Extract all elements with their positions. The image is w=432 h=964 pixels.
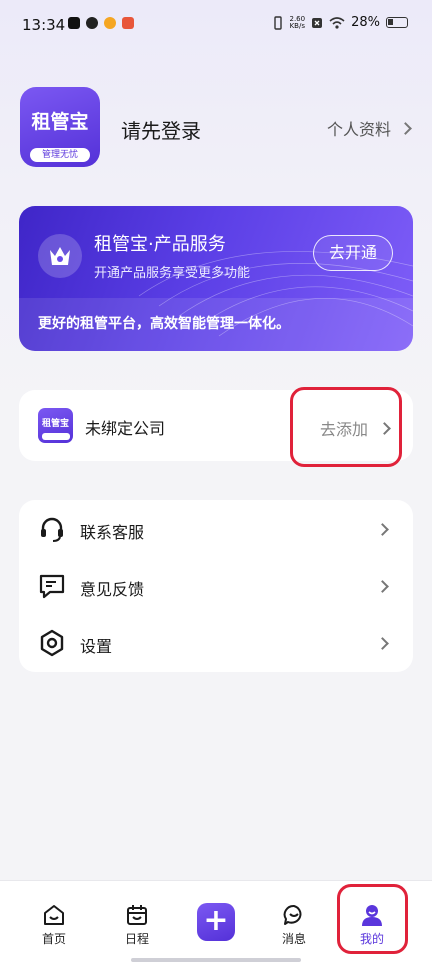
battery-percent: 28% [351, 15, 380, 30]
menu-card: 联系客服 意见反馈 设置 [19, 500, 413, 672]
app-icon [86, 17, 98, 29]
service-title: 租管宝·产品服务 [94, 234, 226, 255]
menu-label: 意见反馈 [80, 580, 145, 599]
feedback-icon [39, 574, 65, 599]
calendar-icon [127, 905, 147, 925]
highlight-box-mine [337, 884, 408, 954]
tab-home[interactable]: 首页 [19, 881, 89, 951]
menu-label: 设置 [80, 637, 113, 656]
activate-button[interactable]: 去开通 [313, 235, 393, 271]
company-logo: 租管宝 [38, 408, 73, 443]
message-icon [283, 904, 302, 925]
login-prompt[interactable]: 请先登录 [121, 115, 201, 144]
app-icon [122, 17, 134, 29]
net-speed: 2.60 KB/s [289, 15, 306, 30]
net-speed-unit: KB/s [289, 21, 305, 30]
logo-sub-text: 管理无忧 [30, 148, 90, 162]
profile-link-label: 个人资料 [326, 120, 391, 139]
tab-label: 消息 [281, 932, 306, 946]
tiktok-icon [68, 17, 80, 29]
status-right: 2.60 KB/s 28% [272, 15, 408, 30]
status-bar: 13:34 2.60 KB/s 28% [0, 0, 432, 50]
logo-main-text: 租管宝 [31, 111, 89, 133]
chevron-right-icon [376, 580, 389, 593]
menu-item-settings[interactable]: 设置 [19, 614, 413, 671]
settings-icon [40, 629, 64, 657]
company-logo-text: 租管宝 [41, 419, 69, 429]
company-name: 未绑定公司 [85, 419, 166, 438]
status-app-icons [68, 17, 134, 29]
product-service-card: 租管宝·产品服务 开通产品服务享受更多功能 去开通 更好的租管平台，高效智能管理… [19, 206, 413, 351]
slogan-text: 更好的租管平台，高效智能管理一体化。 [38, 316, 290, 332]
chevron-right-icon [376, 637, 389, 650]
chevron-right-icon [376, 523, 389, 536]
weibo-icon [104, 17, 116, 29]
headset-icon [41, 517, 63, 542]
highlight-box-add [290, 387, 402, 467]
tab-schedule[interactable]: 日程 [102, 881, 172, 951]
menu-label: 联系客服 [80, 523, 145, 542]
chevron-right-icon [399, 121, 412, 135]
home-indicator[interactable] [131, 958, 301, 962]
tab-messages[interactable]: 消息 [259, 881, 329, 951]
home-icon [44, 905, 64, 925]
profile-link[interactable]: 个人资料 [326, 116, 412, 140]
menu-item-feedback[interactable]: 意见反馈 [19, 557, 413, 614]
status-time: 13:34 [22, 16, 66, 34]
service-subtitle: 开通产品服务享受更多功能 [94, 266, 251, 281]
tab-label: 日程 [124, 932, 149, 946]
slogan-bar: 更好的租管平台，高效智能管理一体化。 [19, 298, 413, 351]
app-logo: 租管宝 管理无忧 [20, 87, 100, 167]
menu-item-customer-service[interactable]: 联系客服 [19, 500, 413, 557]
wifi-icon [329, 16, 345, 29]
company-logo-strip [41, 433, 70, 440]
crown-icon [38, 234, 82, 278]
add-button[interactable]: + [197, 903, 235, 941]
tab-label: 首页 [41, 932, 66, 946]
close-box-icon [312, 17, 323, 28]
vibrate-icon [273, 15, 282, 30]
battery-icon [386, 17, 408, 28]
